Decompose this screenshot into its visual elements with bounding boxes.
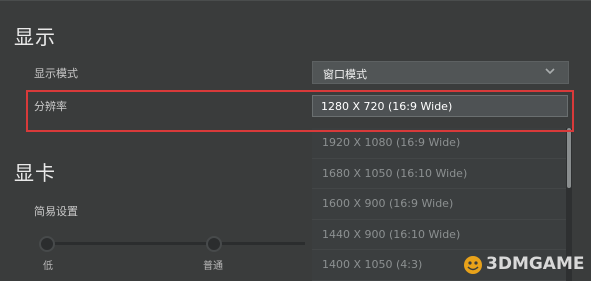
resolution-option[interactable]: 1920 X 1080 (16:9 Wide) xyxy=(312,128,568,159)
resolution-value: 1280 X 720 (16:9 Wide) xyxy=(321,100,453,113)
resolution-label: 分辨率 xyxy=(34,100,67,113)
watermark-logo-icon xyxy=(464,256,482,274)
display-mode-select[interactable]: 窗口模式 xyxy=(312,61,569,84)
resolution-option[interactable]: 1440 X 900 (16:10 Wide) xyxy=(312,220,568,250)
quality-slider-stop-normal[interactable] xyxy=(206,236,222,252)
display-mode-label: 显示模式 xyxy=(34,67,78,80)
quality-slider-stop-low[interactable] xyxy=(39,236,55,252)
quality-level-low: 低 xyxy=(43,261,53,272)
chevron-down-icon xyxy=(545,68,555,75)
quality-slider-track[interactable] xyxy=(45,242,305,245)
display-section-title: 显示 xyxy=(14,25,56,49)
display-mode-value: 窗口模式 xyxy=(323,68,367,81)
watermark-text: 3DMGAME xyxy=(486,254,585,274)
easy-setting-label: 简易设置 xyxy=(34,205,78,218)
resolution-option[interactable]: 1600 X 900 (16:9 Wide) xyxy=(312,189,568,220)
gpu-section-title: 显卡 xyxy=(14,161,56,185)
resolution-select[interactable]: 1280 X 720 (16:9 Wide) xyxy=(312,95,568,117)
quality-level-normal: 普通 xyxy=(203,261,223,272)
top-divider xyxy=(0,0,591,1)
scrollbar-thumb[interactable] xyxy=(567,128,571,188)
resolution-option[interactable]: 1680 X 1050 (16:10 Wide) xyxy=(312,159,568,189)
